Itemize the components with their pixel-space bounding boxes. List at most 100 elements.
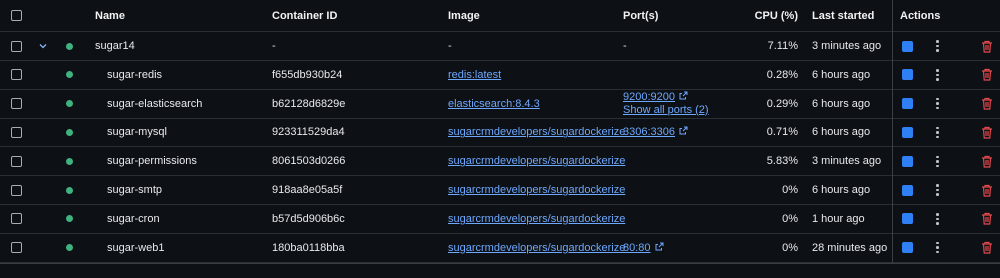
- table-row[interactable]: sugar-mysql 923311529da4 sugarcrmdevelop…: [0, 119, 1000, 148]
- running-status-dot: [66, 215, 73, 223]
- container-name[interactable]: sugar-web1: [107, 234, 164, 262]
- compose-group-row[interactable]: sugar14 - - - 7.11% 3 minutes ago: [0, 32, 1000, 61]
- table-header: Name Container ID Image Port(s) CPU (%) …: [0, 0, 1000, 32]
- last-started: 3 minutes ago: [812, 40, 882, 52]
- running-status-dot: [66, 128, 73, 136]
- image-link[interactable]: sugarcrmdevelopers/sugardockerize: [448, 242, 625, 254]
- stop-icon[interactable]: [902, 98, 913, 110]
- port-link[interactable]: 9200:9200: [623, 91, 688, 104]
- container-name[interactable]: sugar-redis: [107, 61, 162, 89]
- trash-icon[interactable]: [981, 234, 993, 262]
- kebab-menu-icon[interactable]: [936, 40, 939, 52]
- container-id[interactable]: 923311529da4: [272, 119, 345, 147]
- table-row[interactable]: sugar-web1 180ba0118bba sugarcrmdevelope…: [0, 234, 1000, 263]
- stop-icon[interactable]: [902, 126, 913, 138]
- cpu-percent: 0.29%: [766, 97, 798, 110]
- container-name[interactable]: sugar-smtp: [107, 176, 162, 204]
- table-row[interactable]: sugar-redis f655db930b24 redis:latest 0.…: [0, 61, 1000, 90]
- stop-icon[interactable]: [902, 184, 913, 196]
- running-status-dot: [66, 157, 73, 165]
- stop-icon[interactable]: [902, 69, 913, 81]
- container-name[interactable]: sugar-elasticsearch: [107, 90, 202, 118]
- image-link[interactable]: sugarcrmdevelopers/sugardockerize: [448, 126, 625, 138]
- port-mapping[interactable]: 3306:3306: [623, 126, 675, 138]
- kebab-menu-icon[interactable]: [936, 97, 939, 110]
- row-checkbox[interactable]: [11, 40, 22, 52]
- image-link[interactable]: sugarcrmdevelopers/sugardockerize: [448, 184, 625, 196]
- container-id[interactable]: 8061503d0266: [272, 147, 345, 175]
- port-mapping[interactable]: 9200:9200: [623, 91, 675, 104]
- image-link[interactable]: elasticsearch:8.4.3: [448, 98, 540, 110]
- container-id[interactable]: b62128d6829e: [272, 90, 345, 118]
- port-mapping[interactable]: 80:80: [623, 242, 651, 254]
- container-id[interactable]: f655db930b24: [272, 61, 342, 89]
- header-name[interactable]: Name: [95, 0, 125, 31]
- row-checkbox[interactable]: [11, 126, 22, 138]
- cpu-percent: 0.28%: [766, 68, 798, 81]
- kebab-menu-icon[interactable]: [936, 155, 939, 168]
- row-checkbox[interactable]: [11, 184, 22, 196]
- container-name[interactable]: sugar-permissions: [107, 147, 197, 175]
- row-checkbox[interactable]: [11, 242, 22, 254]
- header-ports[interactable]: Port(s): [623, 0, 658, 31]
- external-link-icon[interactable]: [679, 91, 688, 104]
- show-all-ports-link[interactable]: Show all ports (2): [623, 104, 709, 117]
- container-id: -: [272, 40, 276, 52]
- containers-table: Name Container ID Image Port(s) CPU (%) …: [0, 0, 1000, 263]
- image: -: [448, 40, 452, 52]
- stop-icon[interactable]: [902, 155, 913, 167]
- ports-cell: 9200:9200 Show all ports (2): [623, 90, 709, 118]
- trash-icon[interactable]: [981, 119, 993, 147]
- container-name[interactable]: sugar-mysql: [107, 119, 167, 147]
- port-link[interactable]: 3306:3306: [623, 126, 688, 138]
- table-row[interactable]: sugar-elasticsearch b62128d6829e elastic…: [0, 90, 1000, 119]
- external-link-icon[interactable]: [655, 242, 664, 254]
- kebab-menu-icon[interactable]: [936, 184, 939, 196]
- kebab-menu-icon[interactable]: [936, 69, 939, 81]
- select-all-checkbox-cell[interactable]: [11, 0, 22, 31]
- header-container-id[interactable]: Container ID: [272, 0, 337, 31]
- trash-icon[interactable]: [981, 90, 993, 118]
- container-name[interactable]: sugar-cron: [107, 205, 160, 233]
- image-link[interactable]: sugarcrmdevelopers/sugardockerize: [448, 213, 625, 225]
- container-id[interactable]: 918aa8e05a5f: [272, 176, 342, 204]
- kebab-menu-icon[interactable]: [936, 213, 939, 225]
- row-checkbox[interactable]: [11, 155, 22, 167]
- ports-cell: 80:80: [623, 234, 664, 262]
- port-link[interactable]: 80:80: [623, 242, 664, 254]
- table-row[interactable]: sugar-permissions 8061503d0266 sugarcrmd…: [0, 147, 1000, 177]
- stop-icon[interactable]: [902, 40, 913, 52]
- row-checkbox[interactable]: [11, 69, 22, 81]
- container-id[interactable]: b57d5d906b6c: [272, 205, 345, 233]
- row-checkbox[interactable]: [11, 98, 22, 110]
- table-row[interactable]: sugar-cron b57d5d906b6c sugarcrmdevelope…: [0, 205, 1000, 234]
- running-status-dot: [66, 71, 73, 79]
- ports-cell: 3306:3306: [623, 119, 688, 147]
- container-name[interactable]: sugar14: [95, 32, 135, 60]
- actions-column-divider: [892, 0, 893, 263]
- running-status-dot: [66, 42, 73, 50]
- select-all-checkbox[interactable]: [11, 10, 22, 21]
- kebab-menu-icon[interactable]: [936, 126, 939, 139]
- image-link[interactable]: redis:latest: [448, 69, 501, 81]
- chevron-down-icon[interactable]: [38, 32, 48, 60]
- row-checkbox[interactable]: [11, 213, 22, 225]
- header-image[interactable]: Image: [448, 0, 480, 31]
- header-last-started[interactable]: Last started: [812, 0, 874, 31]
- trash-icon[interactable]: [981, 176, 993, 204]
- cpu-percent: 7.11%: [767, 40, 798, 52]
- trash-icon[interactable]: [981, 61, 993, 89]
- container-id[interactable]: 180ba0118bba: [272, 234, 345, 262]
- trash-icon[interactable]: [981, 205, 993, 233]
- image-link[interactable]: sugarcrmdevelopers/sugardockerize: [448, 155, 625, 167]
- stop-icon[interactable]: [902, 213, 913, 225]
- header-cpu[interactable]: CPU (%): [720, 0, 798, 31]
- table-row[interactable]: sugar-smtp 918aa8e05a5f sugarcrmdevelope…: [0, 176, 1000, 205]
- stop-icon[interactable]: [902, 242, 913, 254]
- kebab-menu-icon[interactable]: [936, 241, 939, 254]
- running-status-dot: [66, 186, 73, 194]
- trash-icon[interactable]: [981, 32, 993, 60]
- trash-icon[interactable]: [981, 147, 993, 175]
- last-started: 6 hours ago: [812, 68, 871, 81]
- external-link-icon[interactable]: [679, 126, 688, 138]
